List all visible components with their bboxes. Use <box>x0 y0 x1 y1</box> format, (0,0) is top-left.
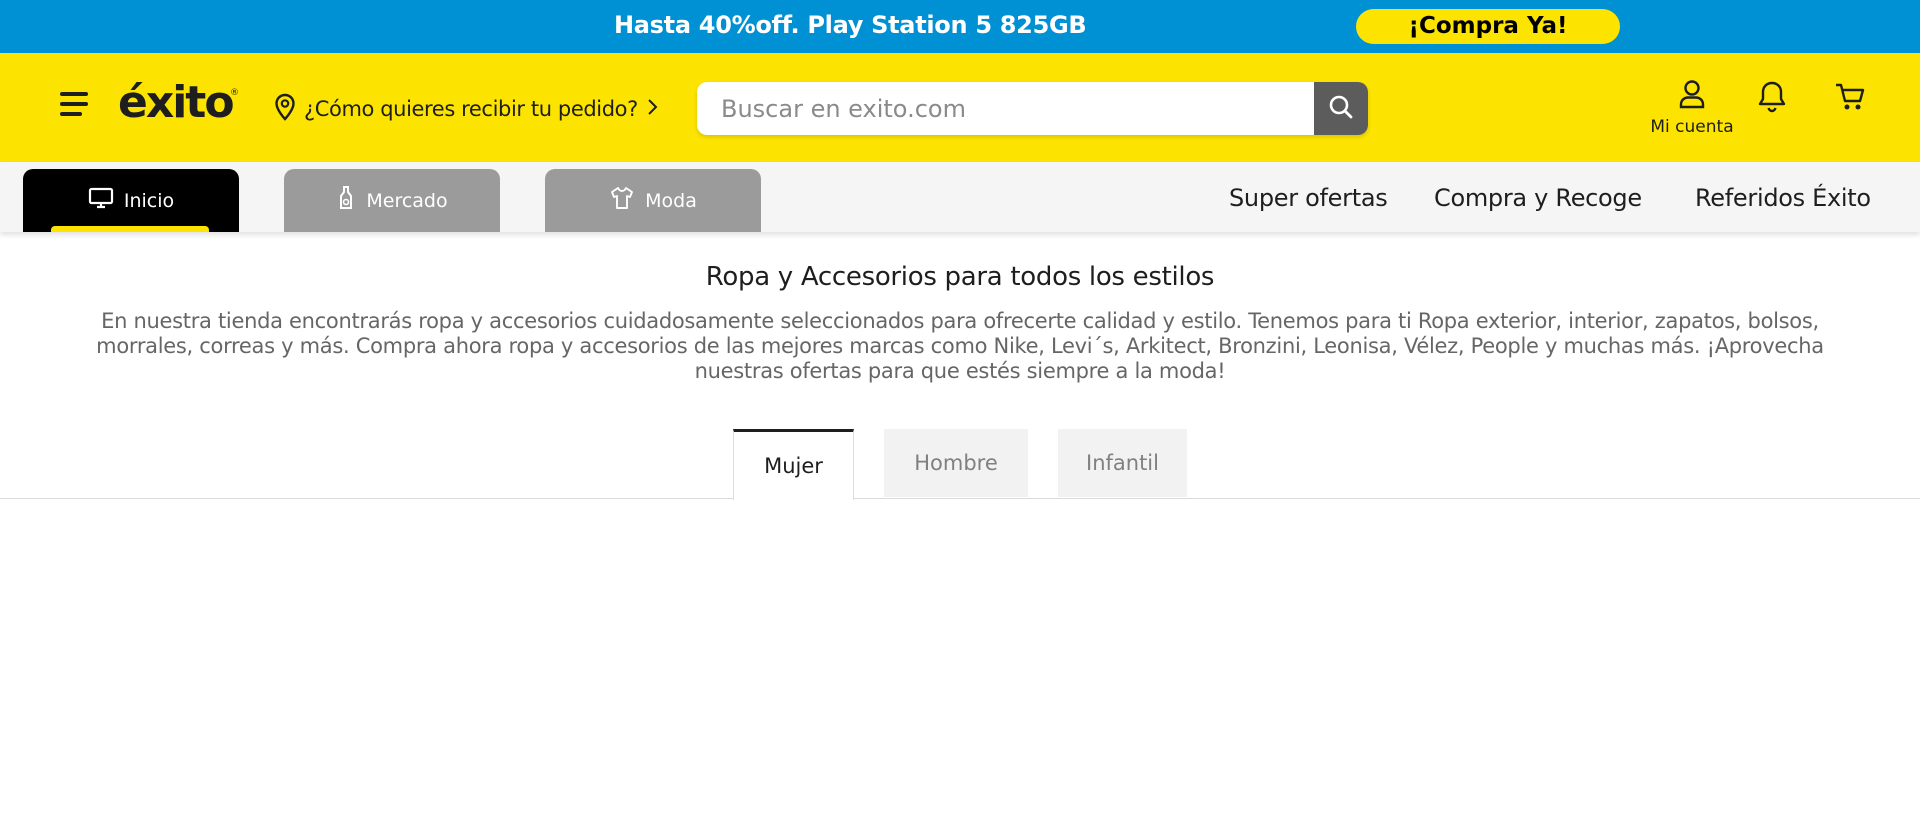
tab-infantil[interactable]: Infantil <box>1058 429 1187 497</box>
exito-logo[interactable]: éxito <box>118 77 235 128</box>
cart-button[interactable] <box>1834 82 1866 116</box>
tab-moda-label: Moda <box>645 189 697 212</box>
page-title: Ropa y Accesorios para todos los estilos <box>705 262 1215 292</box>
logo-wordmark: éxito <box>118 77 235 128</box>
chevron-right-icon <box>646 98 658 120</box>
search-button[interactable] <box>1314 82 1368 135</box>
bell-icon <box>1757 81 1787 118</box>
nav-link-compra-y-recoge[interactable]: Compra y Recoge <box>1434 184 1642 212</box>
category-nav: Inicio Mercado Moda Super ofertas Compra… <box>0 162 1920 232</box>
account-label: Mi cuenta <box>1650 117 1734 137</box>
tab-mercado[interactable]: Mercado <box>284 169 500 232</box>
tab-mercado-label: Mercado <box>366 189 448 212</box>
search-icon <box>1328 94 1354 124</box>
tab-moda[interactable]: Moda <box>545 169 761 232</box>
promo-bar: Hasta 40%off. Play Station 5 825GB ¡Comp… <box>0 0 1920 53</box>
delivery-location-selector[interactable]: ¿Cómo quieres recibir tu pedido? <box>274 93 658 125</box>
gender-tabs: Mujer Hombre Infantil <box>0 429 1920 500</box>
nav-link-super-ofertas[interactable]: Super ofertas <box>1229 184 1388 212</box>
tab-mujer[interactable]: Mujer <box>733 429 854 500</box>
tab-hombre[interactable]: Hombre <box>884 429 1028 497</box>
user-icon <box>1678 80 1706 113</box>
logo-registered-mark: ® <box>230 88 239 98</box>
location-pin-icon <box>274 93 296 125</box>
active-tab-indicator <box>51 226 209 232</box>
tab-inicio-label: Inicio <box>123 189 175 212</box>
shirt-icon <box>609 185 635 216</box>
monitor-icon <box>88 187 114 214</box>
account-button[interactable]: Mi cuenta <box>1648 79 1736 137</box>
search-bar <box>697 82 1368 135</box>
buy-now-button[interactable]: ¡Compra Ya! <box>1356 9 1620 44</box>
nav-link-referidos-exito[interactable]: Referidos Éxito <box>1695 184 1871 212</box>
tab-hombre-label: Hombre <box>914 451 998 475</box>
promo-text[interactable]: Hasta 40%off. Play Station 5 825GB <box>614 11 1087 39</box>
tab-mujer-label: Mujer <box>764 454 823 478</box>
tab-infantil-label: Infantil <box>1086 451 1159 475</box>
menu-icon[interactable] <box>60 92 88 118</box>
page-description: En nuestra tienda encontrarás ropa y acc… <box>96 309 1824 383</box>
location-prompt: ¿Cómo quieres recibir tu pedido? <box>304 97 638 121</box>
notifications-button[interactable] <box>1757 80 1787 118</box>
search-input[interactable] <box>721 82 1301 135</box>
header: éxito ® ¿Cómo quieres recibir tu pedido? <box>0 53 1920 183</box>
cart-icon <box>1834 83 1866 116</box>
tab-inicio[interactable]: Inicio <box>23 169 239 232</box>
bottle-icon <box>336 185 356 216</box>
